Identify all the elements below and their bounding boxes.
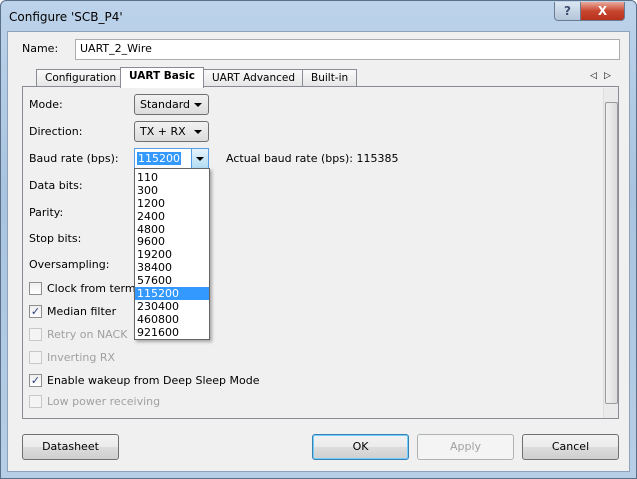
datasheet-button[interactable]: Datasheet — [22, 434, 119, 460]
checkbox-label[interactable]: Median filter — [47, 305, 116, 318]
vertical-scrollbar[interactable] — [603, 88, 618, 418]
checkbox-label[interactable]: Low power receiving — [47, 395, 160, 408]
help-button[interactable]: ? — [554, 2, 581, 21]
baud-option[interactable]: 300 — [135, 184, 209, 197]
tab-scroll-left-icon[interactable]: ◁ — [590, 71, 597, 81]
apply-button[interactable]: Apply — [417, 434, 514, 460]
tab-built-in[interactable]: Built-in — [302, 69, 358, 87]
baud-label: Baud rate (bps): — [29, 152, 119, 165]
name-label: Name: — [22, 42, 59, 55]
baud-option[interactable]: 38400 — [135, 261, 209, 274]
scrollbar-thumb[interactable] — [605, 102, 618, 404]
checkbox-label[interactable]: Enable wakeup from Deep Sleep Mode — [47, 374, 260, 387]
checkbox[interactable]: ✓ — [29, 305, 42, 318]
cancel-button[interactable]: Cancel — [522, 434, 619, 460]
chevron-down-icon — [196, 157, 204, 161]
chevron-down-icon — [194, 103, 202, 107]
baud-option[interactable]: 19200 — [135, 248, 209, 261]
checkbox-label[interactable]: Inverting RX — [47, 351, 115, 364]
baud-option[interactable]: 115200 — [135, 287, 209, 300]
close-button[interactable]: X — [580, 2, 625, 21]
baud-option[interactable]: 57600 — [135, 274, 209, 287]
window-title: Configure 'SCB_P4' — [9, 10, 123, 24]
direction-label: Direction: — [29, 125, 83, 138]
baud-option[interactable]: 460800 — [135, 313, 209, 326]
tab-scroll-right-icon[interactable]: ▷ — [604, 71, 611, 81]
checkbox[interactable] — [29, 328, 42, 341]
baud-combo[interactable]: 115200 — [134, 148, 209, 169]
baud-option[interactable]: 921600 — [135, 326, 209, 339]
checkbox-label[interactable]: Retry on NACK — [47, 328, 127, 341]
oversampling-label: Oversampling: — [29, 258, 110, 271]
baud-option[interactable]: 4800 — [135, 223, 209, 236]
checkbox[interactable] — [29, 282, 42, 295]
checkbox[interactable] — [29, 351, 42, 364]
mode-select[interactable]: Standard — [134, 94, 209, 115]
chevron-down-icon — [194, 130, 202, 134]
data-bits-label: Data bits: — [29, 179, 83, 192]
checkbox[interactable] — [29, 395, 42, 408]
direction-select[interactable]: TX + RX — [134, 121, 209, 142]
mode-label: Mode: — [29, 98, 63, 111]
mode-value: Standard — [140, 98, 191, 111]
tab-configuration[interactable]: Configuration — [36, 69, 126, 87]
uart-basic-panel — [22, 86, 619, 419]
tab-uart-basic[interactable]: UART Basic — [120, 67, 204, 88]
parity-label: Parity: — [29, 206, 64, 219]
stop-bits-label: Stop bits: — [29, 232, 82, 245]
baud-option[interactable]: 9600 — [135, 235, 209, 249]
baud-option[interactable]: 1200 — [135, 197, 209, 210]
direction-value: TX + RX — [140, 125, 186, 138]
checkbox[interactable]: ✓ — [29, 374, 42, 387]
baud-dropdown-button[interactable] — [191, 149, 208, 168]
actual-baud-rate: Actual baud rate (bps): 115385 — [226, 152, 399, 165]
baud-dropdown-list[interactable]: 110 300 1200 2400 4800 9600 19200 38400 57600 115… — [134, 168, 210, 340]
baud-option[interactable]: 110 — [135, 171, 209, 184]
baud-option[interactable]: 230400 — [135, 300, 209, 313]
name-input[interactable]: UART_2_Wire — [75, 39, 620, 60]
baud-value[interactable]: 115200 — [137, 152, 181, 165]
baud-option[interactable]: 2400 — [135, 210, 209, 223]
ok-button[interactable]: OK — [312, 434, 409, 460]
tab-uart-advanced[interactable]: UART Advanced — [203, 69, 305, 87]
